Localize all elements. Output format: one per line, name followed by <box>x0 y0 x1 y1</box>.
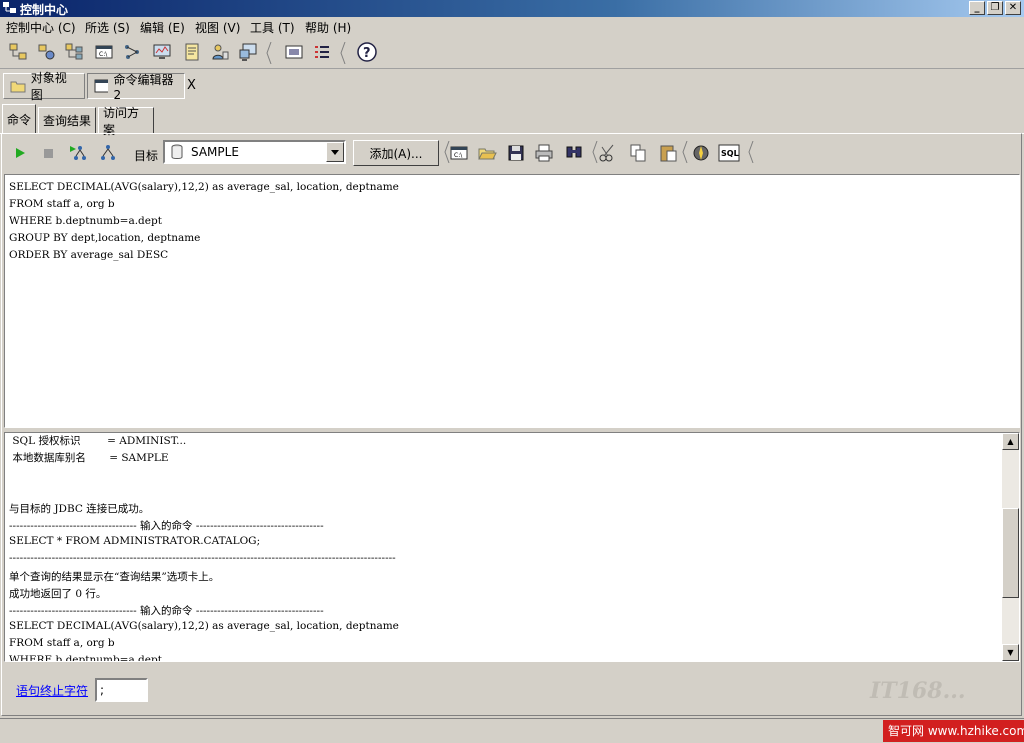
watermark: IT168... <box>870 678 966 704</box>
target-label: 目标 <box>134 149 159 163</box>
view-tab-bar: 对象视图 命令编辑器 2 X <box>0 70 1024 102</box>
site-logo: 智可网 www.hzhike.com <box>883 720 1024 742</box>
output-log[interactable]: SQL 授权标识 = ADMINIST... 本地数据库别名 = SAMPLE … <box>4 432 1020 662</box>
window-title: 控制中心 <box>20 3 69 17</box>
tab-object-view-label: 对象视图 <box>30 71 67 102</box>
show-hide-icon[interactable] <box>282 40 306 64</box>
output-line: ------------------------------------ 输入的… <box>9 520 324 532</box>
sql-editor[interactable]: SELECT DECIMAL(AVG(salary),12,2) as aver… <box>4 174 1020 428</box>
system-tree-icon[interactable] <box>6 40 30 64</box>
svg-text:C:\: C:\ <box>454 152 463 159</box>
restore-button[interactable]: ❐ <box>987 1 1003 15</box>
help-icon[interactable]: ? <box>355 40 379 64</box>
command-window-icon[interactable]: C:\ <box>447 141 471 165</box>
editor-line: SELECT DECIMAL(AVG(salary),12,2) as aver… <box>9 181 399 193</box>
command-editor-icon[interactable]: C:\ <box>92 40 116 64</box>
output-scrollbar[interactable]: ▲ ▼ <box>1002 433 1019 661</box>
editor-line: FROM staff a, org b <box>9 198 115 210</box>
menu-tools[interactable]: 工具 (T) <box>250 19 295 36</box>
menu-view[interactable]: 视图 (V) <box>195 19 240 36</box>
database-tree-icon[interactable] <box>62 40 86 64</box>
open-folder-icon[interactable] <box>475 141 499 165</box>
main-toolbar: C:\ ? <box>0 36 1024 69</box>
copy-icon[interactable] <box>626 141 650 165</box>
scroll-up-icon[interactable]: ▲ <box>1002 433 1019 450</box>
user-icon[interactable] <box>208 40 232 64</box>
menu-selected[interactable]: 所选 (S) <box>85 19 130 36</box>
sql-assist-icon[interactable] <box>689 141 713 165</box>
output-line: 成功地返回了 0 行。 <box>9 588 107 600</box>
sql-icon[interactable]: SQL <box>717 141 741 165</box>
save-icon[interactable] <box>504 141 528 165</box>
cut-icon[interactable] <box>596 141 620 165</box>
tab-query-results[interactable]: 查询结果 <box>38 107 96 134</box>
menu-help[interactable]: 帮助 (H) <box>305 19 351 36</box>
status-bar <box>0 718 1024 743</box>
control-center-app-icon <box>3 2 16 13</box>
tab-command-editor-label: 命令编辑器 2 <box>113 72 174 102</box>
toolbar-separator <box>340 42 346 64</box>
editor-tab-bar: 命令 查询结果 访问方案 <box>0 103 1024 137</box>
statement-terminator-input[interactable]: ; <box>95 678 148 702</box>
paste-icon[interactable] <box>656 141 680 165</box>
output-line: WHERE b.deptnumb=a.dept <box>9 654 162 662</box>
svg-text:?: ? <box>363 46 371 61</box>
output-line: ------------------------------------ 输入的… <box>9 605 324 617</box>
title-bar: 控制中心 _ ❐ ✕ <box>0 0 1024 17</box>
network-icon[interactable] <box>120 40 144 64</box>
find-icon[interactable] <box>562 141 586 165</box>
chevron-down-icon[interactable] <box>326 142 344 162</box>
statement-terminator-link[interactable]: 语句终止字符 <box>16 682 88 699</box>
database-icon <box>171 144 183 159</box>
menu-bar: 控制中心 (C) 所选 (S) 编辑 (E) 视图 (V) 工具 (T) 帮助 … <box>0 17 1024 36</box>
output-line: 单个查询的结果显示在“查询结果”选项卡上。 <box>9 571 220 583</box>
toolbar-separator <box>266 42 272 64</box>
close-window-button[interactable]: ✕ <box>1005 1 1021 15</box>
print-icon[interactable] <box>532 141 556 165</box>
output-line: 本地数据库别名 = SAMPLE <box>9 452 169 464</box>
minimize-button[interactable]: _ <box>969 1 985 15</box>
toolbar-separator <box>748 141 754 163</box>
tab-command-editor[interactable]: 命令编辑器 2 <box>87 72 185 102</box>
scrollbar-thumb[interactable] <box>1002 508 1019 598</box>
output-line: SELECT * FROM ADMINISTRATOR.CATALOG; <box>9 535 261 547</box>
journal-icon[interactable] <box>180 40 204 64</box>
execute-icon[interactable] <box>8 141 32 165</box>
add-button[interactable]: 添加(A)... <box>353 140 439 166</box>
menu-edit[interactable]: 编辑 (E) <box>140 19 185 36</box>
remote-icon[interactable] <box>236 40 260 64</box>
command-editor-icon <box>94 79 109 93</box>
monitor-icon[interactable] <box>150 40 174 64</box>
close-tab-button[interactable]: X <box>187 78 196 93</box>
svg-text:C:\: C:\ <box>99 51 108 58</box>
instance-icon[interactable] <box>34 40 58 64</box>
editor-line: WHERE b.deptnumb=a.dept <box>9 215 162 227</box>
output-line: SELECT DECIMAL(AVG(salary),12,2) as aver… <box>9 620 399 632</box>
editor-line: GROUP BY dept,location, deptname <box>9 232 201 244</box>
target-select-value: SAMPLE <box>191 145 239 159</box>
target-select[interactable]: SAMPLE <box>163 140 346 164</box>
output-line: 与目标的 JDBC 连接已成功。 <box>9 503 150 515</box>
stop-icon[interactable] <box>36 141 60 165</box>
toolbar-separator <box>682 141 688 163</box>
tab-object-view[interactable]: 对象视图 <box>3 71 85 102</box>
tab-access-plan[interactable]: 访问方案 <box>98 106 154 137</box>
folder-icon <box>10 81 26 93</box>
svg-text:SQL: SQL <box>721 149 739 158</box>
menu-control-center[interactable]: 控制中心 (C) <box>6 19 76 36</box>
scroll-down-icon[interactable]: ▼ <box>1002 644 1019 661</box>
command-toolbar: 目标 SAMPLE 添加(A)... C:\ SQL <box>4 137 1020 171</box>
output-line: FROM staff a, org b <box>9 637 115 649</box>
tab-commands[interactable]: 命令 <box>2 104 36 134</box>
output-line: ----------------------------------------… <box>9 552 396 564</box>
access-plan-icon[interactable] <box>96 141 120 165</box>
editor-line: ORDER BY average_sal DESC <box>9 249 169 261</box>
output-line: SQL 授权标识 = ADMINIST... <box>9 435 187 447</box>
list-icon[interactable] <box>310 40 334 64</box>
execute-and-access-plan-icon[interactable] <box>66 141 90 165</box>
